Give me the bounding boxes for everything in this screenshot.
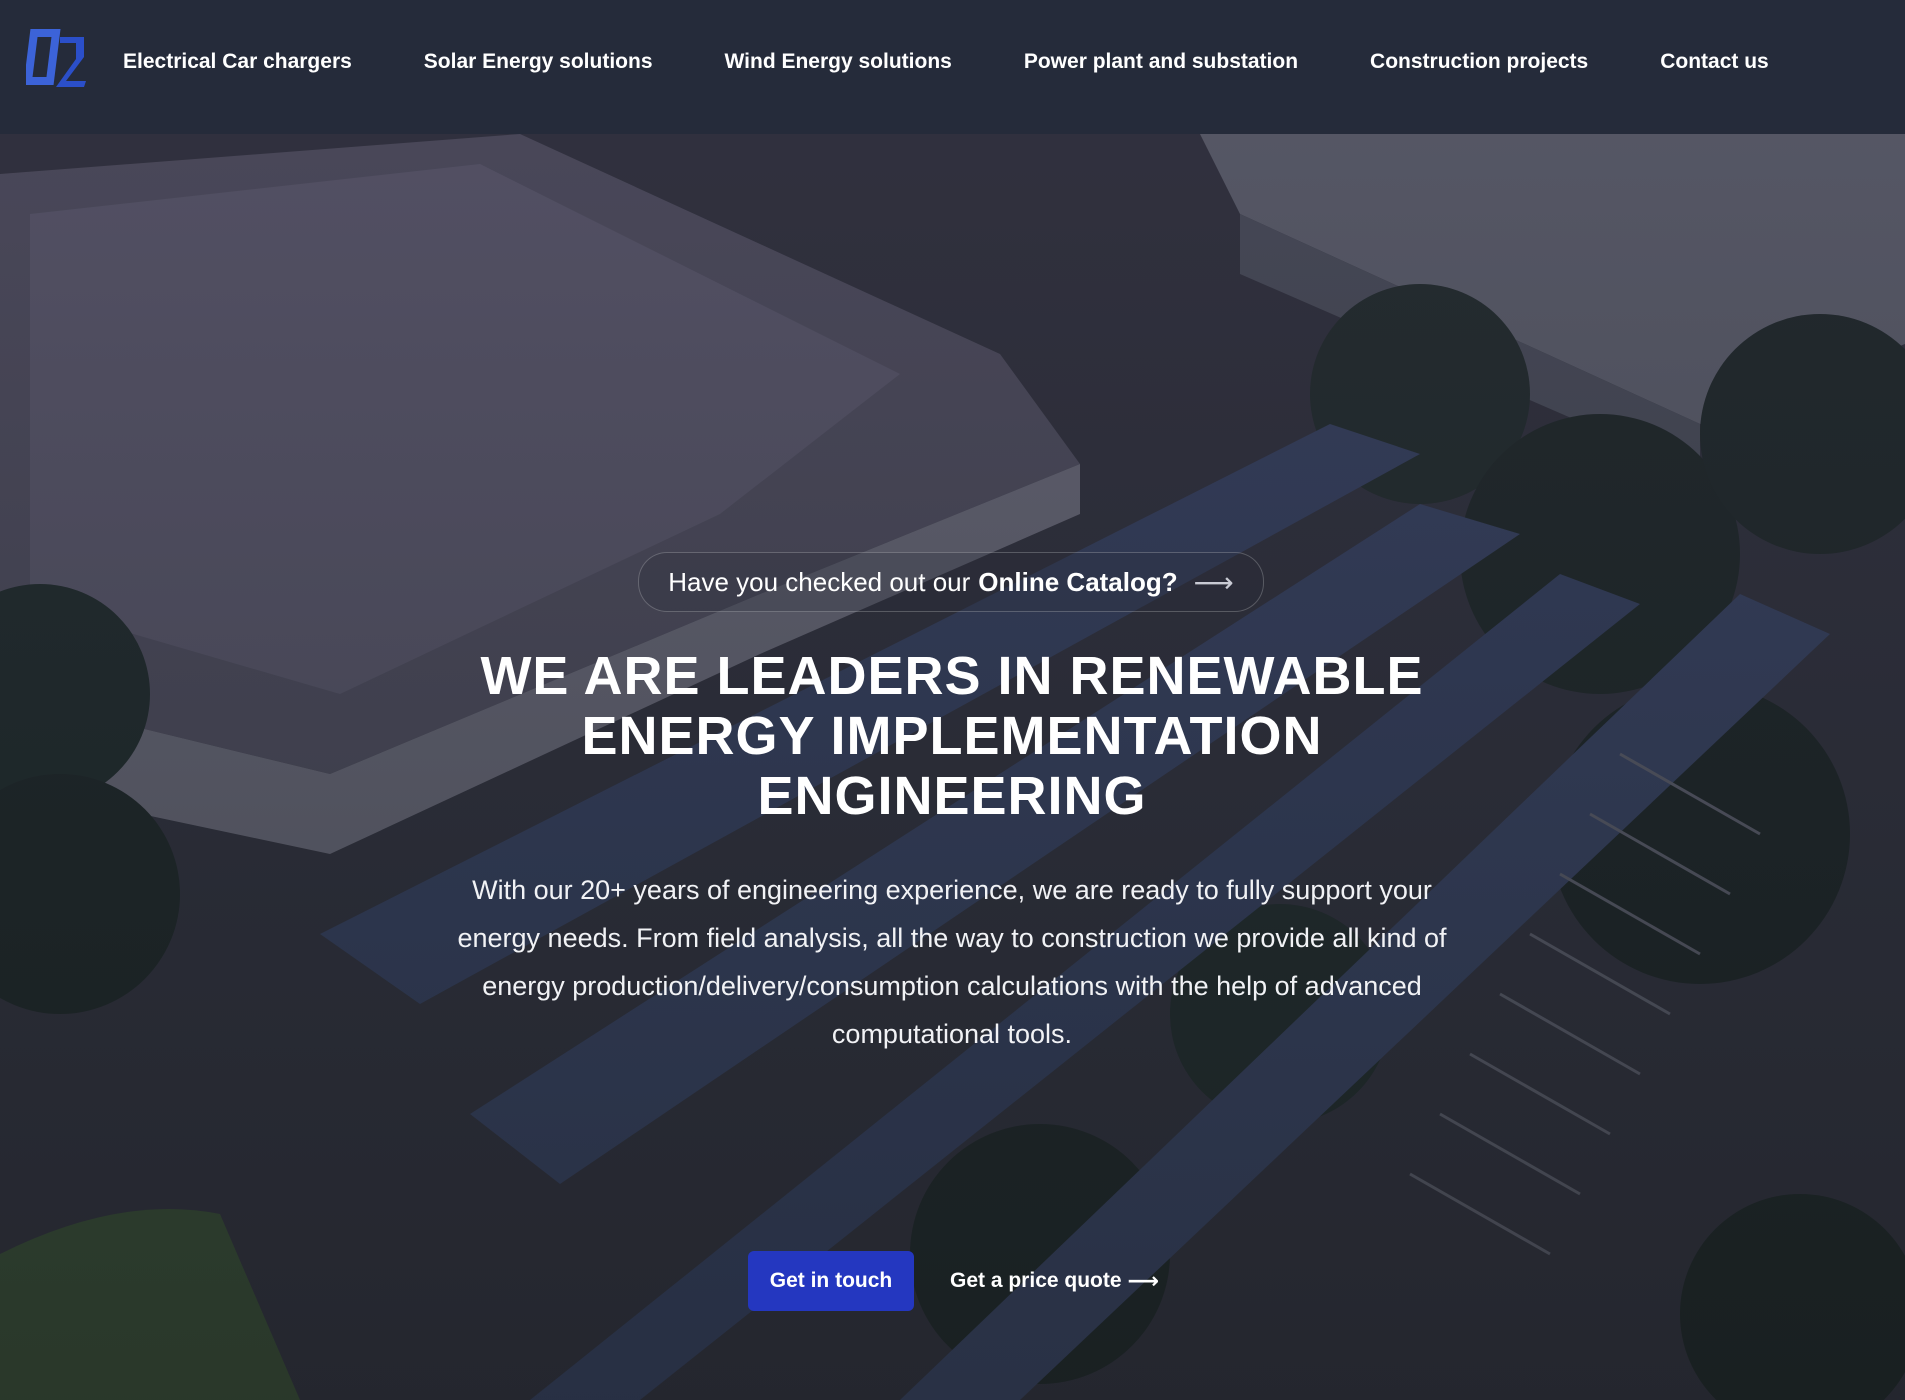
price-quote-link[interactable]: Get a price quote ⟶ xyxy=(950,1251,1159,1311)
price-quote-label: Get a price quote xyxy=(950,1269,1122,1292)
nav-menu: Electrical Car chargers Solar Energy sol… xyxy=(123,0,1841,124)
nav-link-power-plant[interactable]: Power plant and substation xyxy=(1024,50,1298,74)
arrow-right-icon: ⟶ xyxy=(1193,566,1234,598)
headline-line-3: ENGINEERING xyxy=(757,766,1147,826)
hero-section: Have you checked out our Online Catalog?… xyxy=(0,134,1905,1400)
nav-link-electrical-car-chargers[interactable]: Electrical Car chargers xyxy=(123,50,352,74)
d2-logo-icon[interactable] xyxy=(23,29,90,89)
nav-link-contact-us[interactable]: Contact us xyxy=(1660,50,1769,74)
catalog-prefix-text: Have you checked out our xyxy=(668,566,971,597)
nav-link-construction-projects[interactable]: Construction projects xyxy=(1370,50,1588,74)
online-catalog-link[interactable]: Online Catalog? xyxy=(978,567,1177,598)
top-navbar: Electrical Car chargers Solar Energy sol… xyxy=(0,0,1905,134)
nav-link-solar-energy[interactable]: Solar Energy solutions xyxy=(424,50,653,74)
headline-line-1: WE ARE LEADERS IN RENEWABLE xyxy=(480,646,1424,706)
nav-link-wind-energy[interactable]: Wind Energy solutions xyxy=(725,50,952,74)
hero-description: With our 20+ years of engineering experi… xyxy=(457,875,1447,1049)
online-catalog-banner[interactable]: Have you checked out our Online Catalog?… xyxy=(638,552,1264,612)
headline-line-2: ENERGY IMPLEMENTATION xyxy=(581,706,1323,766)
hero-headline: WE ARE LEADERS IN RENEWABLE ENERGY IMPLE… xyxy=(352,646,1552,826)
arrow-right-icon: ⟶ xyxy=(1127,1268,1160,1293)
get-in-touch-button[interactable]: Get in touch xyxy=(748,1251,914,1311)
